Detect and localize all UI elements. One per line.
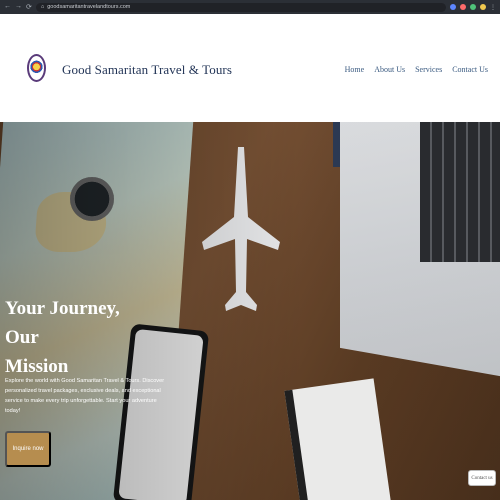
forward-icon[interactable]: → [15,3,22,11]
site-info-icon: ⌂ [40,4,45,10]
reload-icon[interactable]: ⟳ [26,3,32,11]
address-bar[interactable]: ⌂ goodsamaritantravelandtours.com [35,2,446,12]
hero-title-line2: Mission [5,356,69,377]
url-text: goodsamaritantravelandtours.com [47,4,131,10]
nav-contact-us[interactable]: Contact Us [452,65,488,74]
browser-extensions: ⋮ [450,3,496,11]
nav-about-us[interactable]: About Us [374,65,405,74]
site-header: Good Samaritan Travel & Tours Home About… [0,14,500,122]
nav-home[interactable]: Home [345,65,365,74]
extension-icon[interactable] [470,3,476,10]
hero-title-line1: Your Journey, Our [5,298,120,348]
browser-nav: ← → ⟳ [4,3,32,11]
back-icon[interactable]: ← [4,3,11,11]
main-navigation: Home About Us Services Contact Us [345,65,488,74]
extension-icon[interactable] [460,3,466,10]
contact-us-floating-button[interactable]: Contact us [468,470,496,486]
browser-toolbar: ← → ⟳ ⌂ goodsamaritantravelandtours.com … [0,0,500,14]
menu-icon[interactable]: ⋮ [490,4,496,11]
inquire-now-button[interactable]: Inquire now [5,431,51,467]
brand-name[interactable]: Good Samaritan Travel & Tours [62,62,232,78]
extension-icon[interactable] [450,3,456,10]
company-logo-icon[interactable] [27,54,46,82]
extension-icon[interactable] [480,3,486,10]
hero-title: Your Journey, Our Mission [5,294,155,381]
hero-description: Explore the world with Good Samaritan Tr… [5,378,165,414]
nav-services[interactable]: Services [415,65,442,74]
